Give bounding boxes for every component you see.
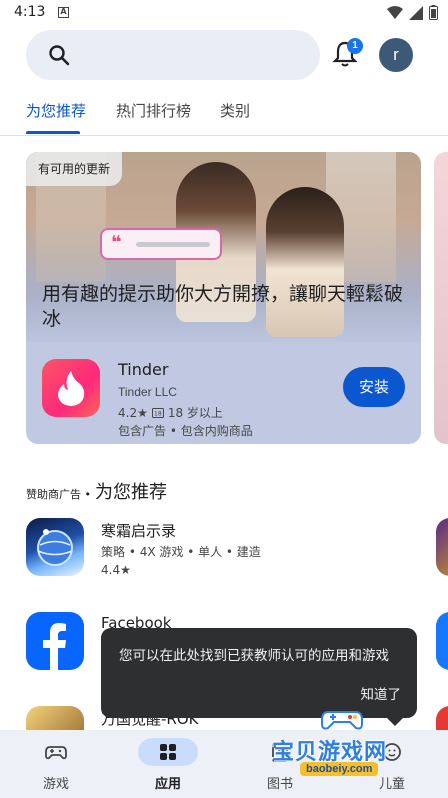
app-name: Tinder — [118, 360, 169, 379]
status-bar: 4:13 A — [0, 0, 448, 26]
next-promo-card[interactable] — [434, 152, 448, 444]
next-app-icon[interactable] — [436, 518, 448, 576]
notification-app-icon: A — [58, 7, 69, 18]
chat-bubble-graphic: ❝ — [100, 228, 222, 260]
status-icons — [387, 5, 438, 20]
site-watermark: 宝贝游戏网 baobeiy.com — [272, 704, 432, 784]
got-it-button[interactable]: 知道了 — [361, 683, 402, 703]
list-item[interactable]: 寒霜启示录 策略 • 4X 游戏 • 单人 • 建造 4.4★ — [0, 518, 448, 588]
sponsored-label: 赞助商广告 • — [26, 488, 91, 501]
promo-headline: 用有趣的提示助你大方開撩，讓聊天輕鬆破冰 — [42, 283, 404, 330]
avatar[interactable]: r — [379, 38, 413, 72]
facebook-logo-icon — [43, 623, 66, 670]
app-ads-info: 包含广告 • 包含内购商品 — [118, 424, 253, 438]
app-tags: 策略 • 4X 游戏 • 单人 • 建造 — [101, 545, 261, 559]
promo-app-row[interactable]: Tinder Tinder LLC 4.2★ 18 18 岁以上 包含广告 • … — [26, 342, 421, 444]
flame-icon — [58, 371, 85, 406]
battery-icon — [429, 5, 438, 20]
tooltip-text: 您可以在此处找到已获教师认可的应用和游戏 — [119, 648, 389, 664]
age-rating-icon: 18 — [151, 407, 164, 418]
promo-card[interactable]: ❝ 有可用的更新 用有趣的提示助你大方開撩，讓聊天輕鬆破冰 Tinder Tin… — [26, 152, 421, 444]
nav-games[interactable]: 游戏 — [0, 730, 112, 798]
app-name: 寒霜启示录 — [101, 522, 177, 540]
app-rating: 4.2★ — [118, 405, 148, 420]
next-app-icon[interactable] — [436, 612, 448, 670]
text-placeholder-line — [136, 242, 210, 247]
tinder-app-icon[interactable] — [42, 359, 100, 417]
quote-icon: ❝ — [111, 232, 122, 253]
wifi-icon — [387, 5, 403, 19]
nav-label: 游戏 — [42, 777, 69, 792]
app-age: 18 岁以上 — [167, 406, 223, 420]
apps-grid-icon — [160, 744, 176, 760]
notifications-button[interactable]: 1 — [332, 38, 363, 70]
tab-categories[interactable]: 类别 — [220, 100, 250, 121]
update-badge: 有可用的更新 — [26, 152, 123, 186]
top-tabs: 为您推荐 热门排行榜 类别 — [0, 92, 448, 136]
search-icon — [48, 44, 70, 70]
nav-label: 应用 — [154, 777, 181, 792]
app-rating: 4.4★ — [101, 563, 131, 577]
notification-badge: 1 — [347, 38, 363, 54]
app-meta: 4.2★ 18 18 岁以上 — [118, 404, 223, 421]
facebook-app-icon[interactable] — [26, 612, 84, 670]
app-developer: Tinder LLC — [118, 385, 177, 399]
search-bar[interactable] — [26, 30, 320, 80]
install-button[interactable]: 安装 — [343, 367, 405, 407]
tab-for-you[interactable]: 为您推荐 — [26, 100, 86, 121]
section-title: 为您推荐 — [95, 482, 167, 503]
watermark-url: baobeiy.com — [300, 762, 379, 776]
signal-icon — [409, 5, 423, 20]
section-header: 赞助商广告 • 为您推荐 — [26, 478, 167, 504]
nav-apps[interactable]: 应用 — [112, 730, 224, 798]
gamepad-icon — [45, 746, 67, 760]
status-time: 4:13 — [14, 4, 46, 20]
globe-icon — [37, 529, 73, 566]
tab-top-charts[interactable]: 热门排行榜 — [116, 100, 191, 121]
frost-app-icon[interactable] — [26, 518, 84, 576]
svg-text:18: 18 — [154, 410, 162, 417]
tab-indicator — [26, 131, 80, 134]
gamepad-logo-icon — [321, 711, 363, 730]
